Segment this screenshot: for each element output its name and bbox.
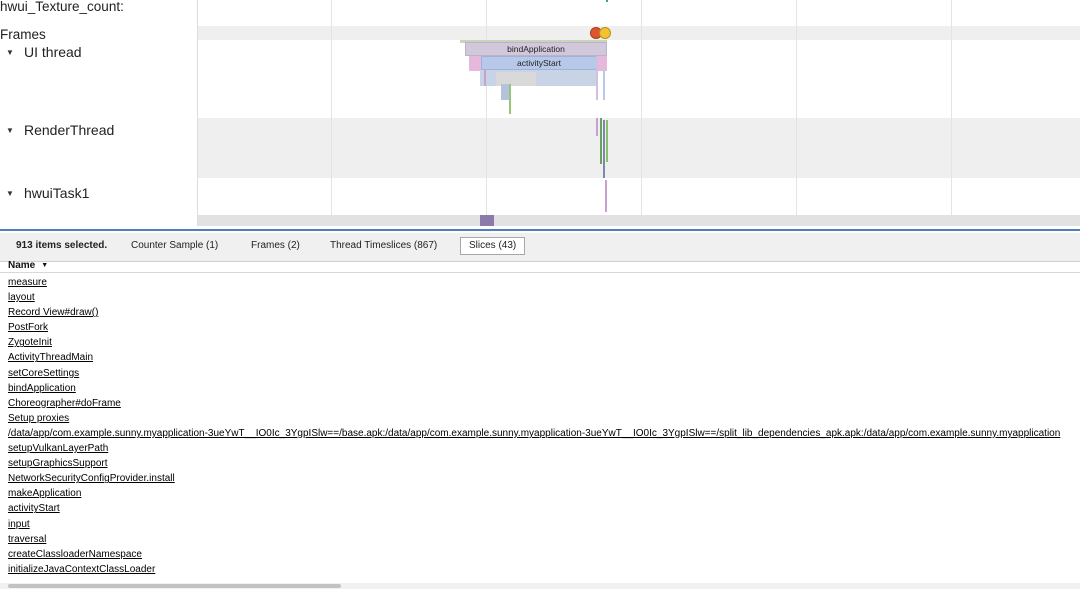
collapse-triangle-icon[interactable]: ▼ [6, 48, 20, 57]
list-item: measure [8, 275, 1080, 290]
sort-down-icon[interactable]: ▼ [41, 262, 48, 269]
grid-line [486, 0, 487, 226]
tab-slices[interactable]: Slices (43) [460, 237, 526, 255]
hwui-task-track[interactable]: ▼ hwuiTask1 [6, 185, 89, 201]
list-item: bindApplication [8, 381, 1080, 396]
render-thread-track[interactable]: ▼ RenderThread [6, 122, 114, 138]
slice-link[interactable]: setupGraphicsSupport [8, 458, 108, 469]
column-header-label: Name [8, 260, 36, 271]
grid-line [796, 0, 797, 226]
list-item: NetworkSecurityConfigProvider.install [8, 471, 1080, 486]
render-slice[interactable] [596, 118, 598, 136]
scrollbar-thumb[interactable] [8, 584, 341, 588]
render-slice[interactable] [603, 120, 605, 178]
list-item: Record View#draw() [8, 305, 1080, 320]
timeline-view[interactable]: hwui_Texture_count: Frames ▼ UI thread ▼ R… [0, 0, 1080, 226]
tab-thread-timeslices[interactable]: Thread Timeslices (867) [330, 240, 437, 251]
frame-marker-yellow-icon[interactable] [599, 27, 611, 39]
list-item: ZygoteInit [8, 335, 1080, 350]
slice-link[interactable]: NetworkSecurityConfigProvider.install [8, 473, 175, 484]
slice-link[interactable]: traversal [8, 534, 46, 545]
grid-line [331, 0, 332, 226]
slice-list: measure layout Record View#draw() PostFork Z… [8, 275, 1080, 575]
list-item: setCoreSettings [8, 366, 1080, 381]
render-slice[interactable] [600, 118, 602, 164]
divider [0, 272, 1080, 273]
list-item: setupGraphicsSupport [8, 456, 1080, 471]
slice-link[interactable]: initializeJavaContextClassLoader [8, 564, 155, 575]
slice-thin[interactable] [603, 70, 605, 100]
slice-link[interactable]: ActivityThreadMain [8, 352, 93, 363]
render-slice[interactable] [606, 120, 608, 162]
ui-thread-track[interactable]: ▼ UI thread [6, 44, 82, 60]
name-column-header[interactable]: Name ▼ [8, 260, 48, 271]
list-item: ActivityThreadMain [8, 350, 1080, 365]
list-item: Choreographer#doFrame [8, 396, 1080, 411]
counter-track-label: hwui_Texture_count: [0, 0, 124, 14]
hwui-slice[interactable] [605, 180, 607, 212]
grid-line [951, 0, 952, 226]
panel-resize-bar[interactable] [0, 229, 1080, 231]
slice-link[interactable]: bindApplication [8, 383, 76, 394]
tab-frames[interactable]: Frames (2) [251, 240, 300, 251]
frames-track-label: Frames [0, 27, 46, 42]
slice-bind-application[interactable]: bindApplication [465, 42, 607, 56]
slice-link[interactable]: Record View#draw() [8, 307, 98, 318]
slice-link[interactable]: input [8, 519, 30, 530]
slice-link[interactable]: setupVulkanLayerPath [8, 443, 108, 454]
list-item: initializeJavaContextClassLoader [8, 562, 1080, 575]
slice-activity-start[interactable]: activityStart [481, 56, 597, 70]
list-item: input [8, 517, 1080, 532]
grid-line [641, 0, 642, 226]
slice-thin[interactable] [596, 56, 598, 100]
render-thread-label: RenderThread [24, 122, 115, 138]
slice-thin[interactable] [484, 70, 486, 86]
list-item: layout [8, 290, 1080, 305]
slice-child[interactable] [501, 84, 509, 100]
slice-link[interactable]: ZygoteInit [8, 337, 52, 348]
analysis-panel: 913 items selected. Counter Sample (1) F… [0, 229, 1080, 589]
list-item: makeApplication [8, 486, 1080, 501]
tab-counter-sample[interactable]: Counter Sample (1) [131, 240, 218, 251]
slice-link[interactable]: Choreographer#doFrame [8, 398, 121, 409]
list-item: setupVulkanLayerPath [8, 441, 1080, 456]
list-item: Setup proxies [8, 411, 1080, 426]
list-item: traversal [8, 532, 1080, 547]
slice-link[interactable]: layout [8, 292, 35, 303]
list-item: /data/app/com.example.sunny.myapplicatio… [8, 426, 1080, 441]
selection-count: 913 items selected. [16, 240, 108, 251]
slice-link[interactable]: setCoreSettings [8, 368, 79, 379]
timeline-bottom-strip [198, 215, 1080, 226]
slice-link[interactable]: makeApplication [8, 488, 81, 499]
slice-link[interactable]: createClassloaderNamespace [8, 549, 142, 560]
slice-link[interactable]: PostFork [8, 322, 48, 333]
collapse-triangle-icon[interactable]: ▼ [6, 189, 20, 198]
horizontal-scrollbar[interactable] [0, 583, 1080, 589]
ui-thread-label: UI thread [24, 44, 82, 60]
collapse-triangle-icon[interactable]: ▼ [6, 126, 20, 135]
counter-tick[interactable] [606, 0, 608, 2]
slice-link[interactable]: Setup proxies [8, 413, 69, 424]
slice-link[interactable]: measure [8, 277, 47, 288]
list-item: PostFork [8, 320, 1080, 335]
slice-link[interactable]: /data/app/com.example.sunny.myapplicatio… [8, 428, 1060, 439]
list-item: createClassloaderNamespace [8, 547, 1080, 562]
track-canvas[interactable]: bindApplication activityStart [198, 0, 1080, 226]
selection-handle[interactable] [480, 215, 494, 226]
tab-bar: 913 items selected. Counter Sample (1) F… [0, 233, 1080, 262]
hwui-task-label: hwuiTask1 [24, 185, 90, 201]
track-labels: hwui_Texture_count: Frames ▼ UI thread ▼ R… [0, 0, 197, 226]
list-item: activityStart [8, 501, 1080, 516]
slice-thin[interactable] [509, 84, 511, 114]
slice-link[interactable]: activityStart [8, 503, 60, 514]
